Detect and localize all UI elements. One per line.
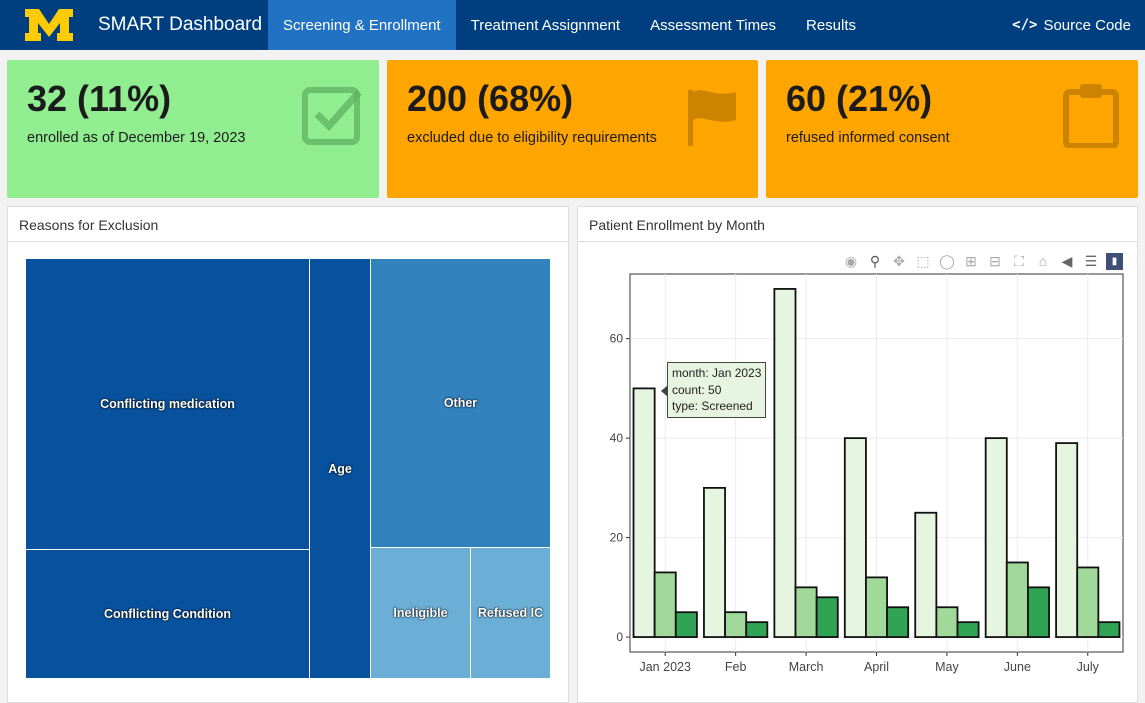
excluded-value-box: 200 (68%) excluded due to eligibility re… (387, 60, 758, 198)
treemap-tile-ineligible[interactable]: Ineligible (371, 548, 471, 679)
bar (843, 437, 867, 638)
tab-results[interactable]: Results (791, 0, 871, 50)
x-tick-label: March (789, 660, 824, 674)
source-code-label: Source Code (1043, 16, 1131, 34)
tab-assessment-times[interactable]: Assessment Times (635, 0, 791, 50)
bar (815, 596, 839, 638)
bar (914, 511, 938, 638)
flag-icon (688, 90, 736, 146)
exclusion-card-title: Reasons for Exclusion (8, 207, 568, 242)
exclusion-card: Reasons for Exclusion Conflicting medica… (7, 206, 569, 703)
refused-value-box: 60 (21%) refused informed consent (766, 60, 1138, 198)
bar (1097, 621, 1121, 638)
code-icon: </> (1012, 17, 1038, 33)
y-tick-label: 40 (610, 431, 624, 445)
x-tick-label: May (935, 660, 959, 674)
excluded-value: 200 (68%) (407, 78, 574, 119)
university-logo[interactable] (0, 0, 98, 50)
tooltip-month: month: Jan 2023 (672, 366, 762, 380)
tooltip-count: count: 50 (672, 382, 722, 397)
refused-caption: refused informed consent (786, 130, 950, 146)
bar (935, 606, 959, 638)
bar (956, 621, 980, 638)
tab-treatment-assignment[interactable]: Treatment Assignment (456, 0, 636, 50)
bar (1055, 442, 1079, 638)
check-square-icon (302, 87, 362, 145)
y-tick-label: 60 (610, 332, 624, 346)
navbar: SMART Dashboard Screening & Enrollment T… (0, 0, 1145, 50)
enrolled-value: 32 (11%) (27, 78, 172, 119)
bar-hover-tooltip: month: Jan 2023 count: 50 type: Screened (660, 362, 767, 418)
bar (886, 606, 910, 638)
bar (773, 288, 797, 638)
x-tick-label: Feb (725, 660, 747, 674)
bar (1005, 561, 1029, 638)
treemap-tile-conflicting-condition[interactable]: Conflicting Condition (26, 550, 310, 679)
enrollment-card-title: Patient Enrollment by Month (578, 207, 1137, 242)
bar (1027, 586, 1050, 638)
enrolled-caption: enrolled as of December 19, 2023 (27, 130, 246, 146)
bar (632, 387, 656, 638)
exclusion-treemap: Conflicting medication Conflicting Condi… (26, 259, 551, 679)
treemap-tile-other[interactable]: Other (371, 259, 551, 548)
bar (653, 571, 677, 638)
x-tick-label: April (864, 660, 889, 674)
bar (745, 621, 769, 638)
y-tick-label: 20 (610, 531, 624, 545)
enrolled-value-box: 32 (11%) enrolled as of December 19, 202… (7, 60, 379, 198)
enrollment-bar-chart: 0 20 40 60 Jan 2023 Feb March April May June July (610, 273, 1124, 674)
bar (1076, 566, 1100, 638)
refused-value: 60 (21%) (786, 78, 933, 119)
bar (865, 576, 888, 638)
bar (703, 486, 726, 638)
x-tick-label: June (1004, 660, 1031, 674)
x-tick-label: July (1077, 660, 1100, 674)
clipboard-icon (1063, 84, 1119, 148)
tab-screening-enrollment[interactable]: Screening & Enrollment (268, 0, 456, 50)
excluded-caption: excluded due to eligibility requirements (407, 130, 657, 146)
treemap-tile-conflicting-medication[interactable]: Conflicting medication (26, 259, 310, 550)
treemap-tile-age[interactable]: Age (310, 259, 371, 679)
app-title[interactable]: SMART Dashboard (98, 0, 268, 50)
source-code-link[interactable]: </> Source Code (1012, 0, 1145, 50)
bar (794, 586, 818, 638)
x-tick-label: Jan 2023 (639, 660, 690, 674)
enrollment-card: Patient Enrollment by Month ◉ ⚲ ✥ ⬚ ◯ ⊞ … (577, 206, 1138, 703)
bar (724, 611, 748, 638)
bar (674, 611, 698, 638)
treemap-tile-refused-ic[interactable]: Refused IC (471, 548, 551, 679)
tooltip-type: type: Screened (672, 399, 753, 413)
bar (984, 437, 1008, 638)
y-tick-label: 0 (616, 630, 623, 644)
